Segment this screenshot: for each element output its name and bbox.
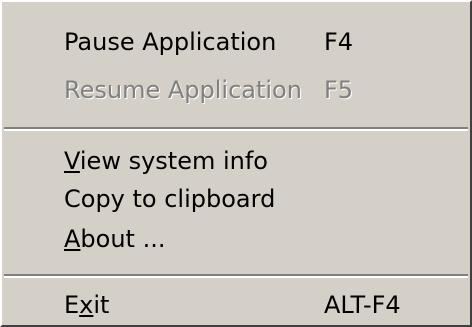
menu-item-label: About ... xyxy=(64,225,166,253)
accelerator-key: A xyxy=(64,225,81,253)
menu-item-label: Exit xyxy=(64,291,110,319)
menu-item-shortcut: F4 xyxy=(324,28,354,56)
menu-item-label: View system info xyxy=(64,147,268,175)
menu-item-label: Pause Application xyxy=(64,28,277,56)
menu-separator xyxy=(4,274,468,278)
menu-item-pause-application[interactable]: Pause Application F4 xyxy=(2,22,470,62)
menu-item-view-system-info[interactable]: View system info xyxy=(2,141,470,181)
menu-item-label: Copy to clipboard xyxy=(64,185,276,213)
menu-item-label: Resume Application xyxy=(64,76,302,104)
accelerator-key: V xyxy=(64,147,80,175)
menu-item-about[interactable]: About ... xyxy=(2,219,470,259)
menu-item-resume-application: Resume Application F5 xyxy=(2,70,470,110)
accelerator-key: x xyxy=(79,291,94,319)
menu-item-shortcut: ALT-F4 xyxy=(324,291,401,319)
menu-item-exit[interactable]: Exit ALT-F4 xyxy=(2,285,470,325)
context-menu: Pause Application F4 Resume Application … xyxy=(0,0,472,327)
menu-separator xyxy=(4,127,468,131)
menu-item-copy-to-clipboard[interactable]: Copy to clipboard xyxy=(2,179,470,219)
menu-item-shortcut: F5 xyxy=(324,76,354,104)
